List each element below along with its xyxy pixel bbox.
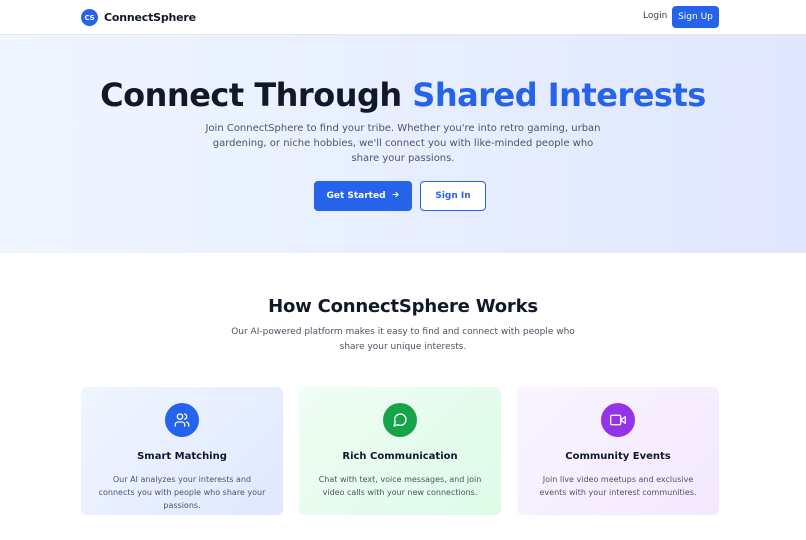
message-circle-icon <box>383 403 417 437</box>
section-subtitle: Our AI-powered platform makes it easy to… <box>231 327 575 352</box>
feature-description: Join live video meetups and exclusive ev… <box>539 475 697 497</box>
feature-card-smart-matching: Smart Matching Our AI analyzes your inte… <box>81 387 283 515</box>
feature-description: Chat with text, voice messages, and join… <box>318 475 482 497</box>
video-icon <box>601 403 635 437</box>
hero-section: Connect Through Shared Interests Join Co… <box>0 35 806 253</box>
users-icon <box>165 403 199 437</box>
feature-title: Community Events <box>565 451 671 462</box>
sign-in-button[interactable]: Sign In <box>420 181 486 211</box>
arrow-right-icon <box>391 190 400 202</box>
feature-description: Our AI analyzes your interests and conne… <box>98 475 266 510</box>
get-started-label: Get Started <box>326 191 386 201</box>
brand-name: ConnectSphere <box>104 11 196 24</box>
hero-title: Connect Through Shared Interests <box>0 75 806 115</box>
hero-title-main: Connect Through <box>100 76 413 114</box>
hero-subtitle: Join ConnectSphere to find your tribe. W… <box>205 123 601 164</box>
feature-title: Smart Matching <box>137 451 227 462</box>
logo-badge: CS <box>81 9 98 26</box>
get-started-button[interactable]: Get Started <box>314 181 412 211</box>
top-nav: CS ConnectSphere Login Sign Up <box>0 0 806 35</box>
section-title: How ConnectSphere Works <box>268 296 538 317</box>
signup-button[interactable]: Sign Up <box>672 6 719 28</box>
feature-title: Rich Communication <box>342 451 458 462</box>
brand[interactable]: CS ConnectSphere <box>81 8 196 27</box>
login-link[interactable]: Login <box>643 11 667 21</box>
feature-card-community-events: Community Events Join live video meetups… <box>517 387 719 515</box>
feature-card-rich-communication: Rich Communication Chat with text, voice… <box>299 387 501 515</box>
hero-title-accent: Shared Interests <box>412 76 706 114</box>
